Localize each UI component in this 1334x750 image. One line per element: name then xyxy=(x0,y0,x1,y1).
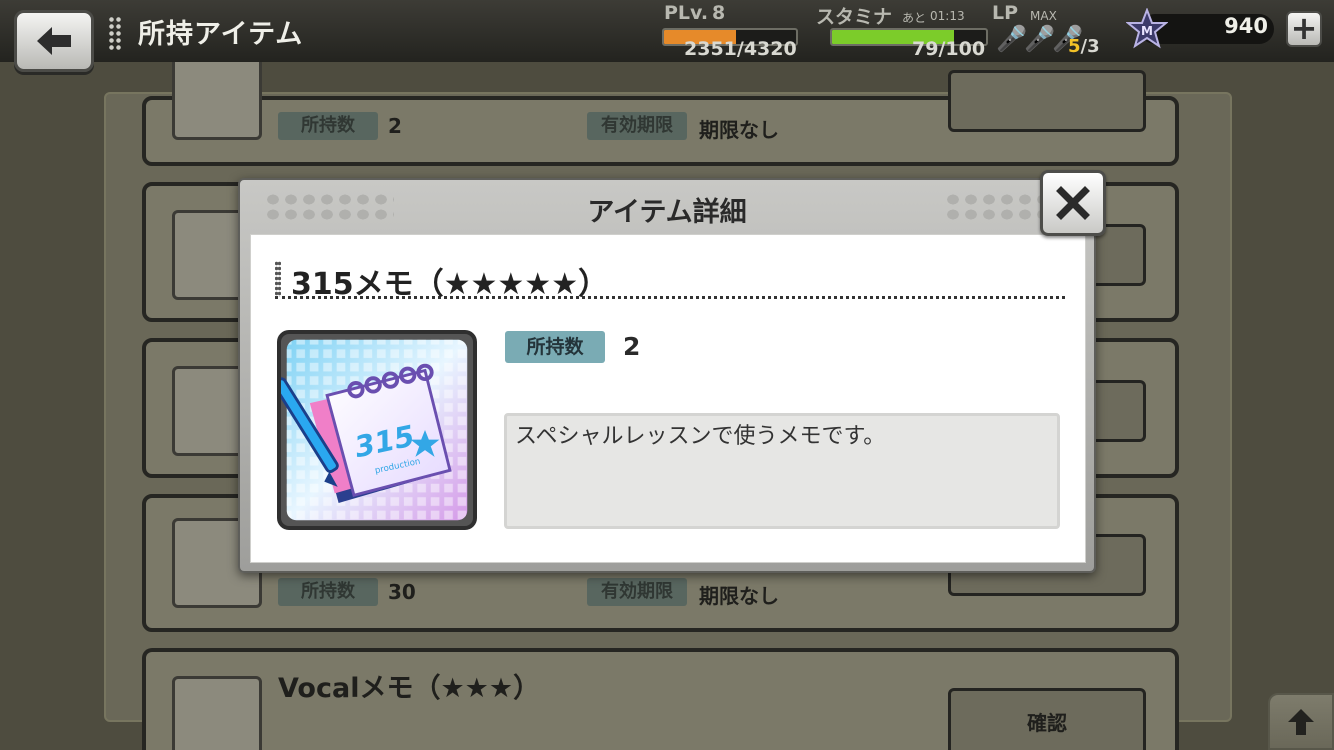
owned-label: 所持数 xyxy=(278,578,378,606)
svg-text:M: M xyxy=(1141,24,1153,38)
item-title-row: 315メモ（★★★★★） xyxy=(275,257,1065,302)
confirm-button[interactable] xyxy=(948,70,1146,132)
up-arrow-icon xyxy=(1288,708,1314,735)
description-box: スペシャルレッスンで使うメモです。 xyxy=(504,413,1060,529)
lp-total: /3 xyxy=(1080,36,1100,57)
item-title: Vocalメモ（★★★） xyxy=(278,673,541,704)
lp-max-label: MAX xyxy=(1030,9,1057,23)
item-thumbnail[interactable] xyxy=(172,50,262,140)
expiry-label: 有効期限 xyxy=(587,112,687,140)
item-detail-modal: アイテム詳細 315メモ（★★★★★） 315 production 所持数 2… xyxy=(238,178,1096,573)
description-text: スペシャルレッスンで使うメモです。 xyxy=(515,424,886,449)
owned-label: 所持数 xyxy=(278,112,378,140)
lp-current: 5 xyxy=(1068,36,1081,57)
exp-text: 2351/4320 xyxy=(684,38,797,60)
owned-value: 2 xyxy=(388,114,402,138)
plv-label: PLv. xyxy=(664,2,709,24)
money-value: 940 xyxy=(1224,14,1268,38)
top-bar: 所持アイテム PLv. 8 2351/4320 スタミナ あと 01:13 79… xyxy=(0,0,1334,72)
close-button[interactable] xyxy=(1040,170,1106,236)
modal-title: アイテム詳細 xyxy=(587,197,747,228)
title-grip-decoration xyxy=(108,16,122,50)
list-item: Vocalメモ（★★★） 確認 xyxy=(142,648,1179,750)
modal-header: アイテム詳細 xyxy=(240,180,1094,234)
lp-count: 5/3 xyxy=(1068,36,1100,57)
expiry-label: 有効期限 xyxy=(587,578,687,606)
star-m-icon: M xyxy=(1126,8,1168,49)
expiry-value: 期限なし xyxy=(699,118,779,142)
title-marker xyxy=(275,261,281,297)
modal-body: 315メモ（★★★★★） 315 production 所持数 2 スペシャルレ… xyxy=(250,234,1086,563)
lp-label: LP xyxy=(992,2,1019,24)
owned-value: 2 xyxy=(623,332,641,361)
confirm-button[interactable]: 確認 xyxy=(948,688,1146,750)
stamina-timer-prefix: あと xyxy=(902,11,927,25)
item-thumbnail[interactable] xyxy=(172,676,262,750)
scroll-up-button[interactable] xyxy=(1268,693,1334,750)
stamina-text: 79/100 xyxy=(912,38,986,60)
add-money-button[interactable]: + xyxy=(1286,11,1322,47)
stamina-label: スタミナ xyxy=(816,6,893,28)
expiry-value: 期限なし xyxy=(699,584,779,608)
list-item: 所持数 2 有効期限 期限なし xyxy=(142,50,1179,166)
owned-label: 所持数 xyxy=(505,331,605,363)
plv-value: 8 xyxy=(712,2,726,24)
page-title: 所持アイテム xyxy=(138,19,304,50)
stamina-timer: 01:13 xyxy=(930,9,965,23)
close-x-icon xyxy=(1056,186,1090,220)
back-button[interactable] xyxy=(14,10,94,72)
memo-icon: 315 production xyxy=(277,330,477,530)
item-name: 315メモ（★★★★★） xyxy=(291,267,609,302)
back-arrow-icon xyxy=(37,27,71,55)
owned-value: 30 xyxy=(388,580,416,604)
